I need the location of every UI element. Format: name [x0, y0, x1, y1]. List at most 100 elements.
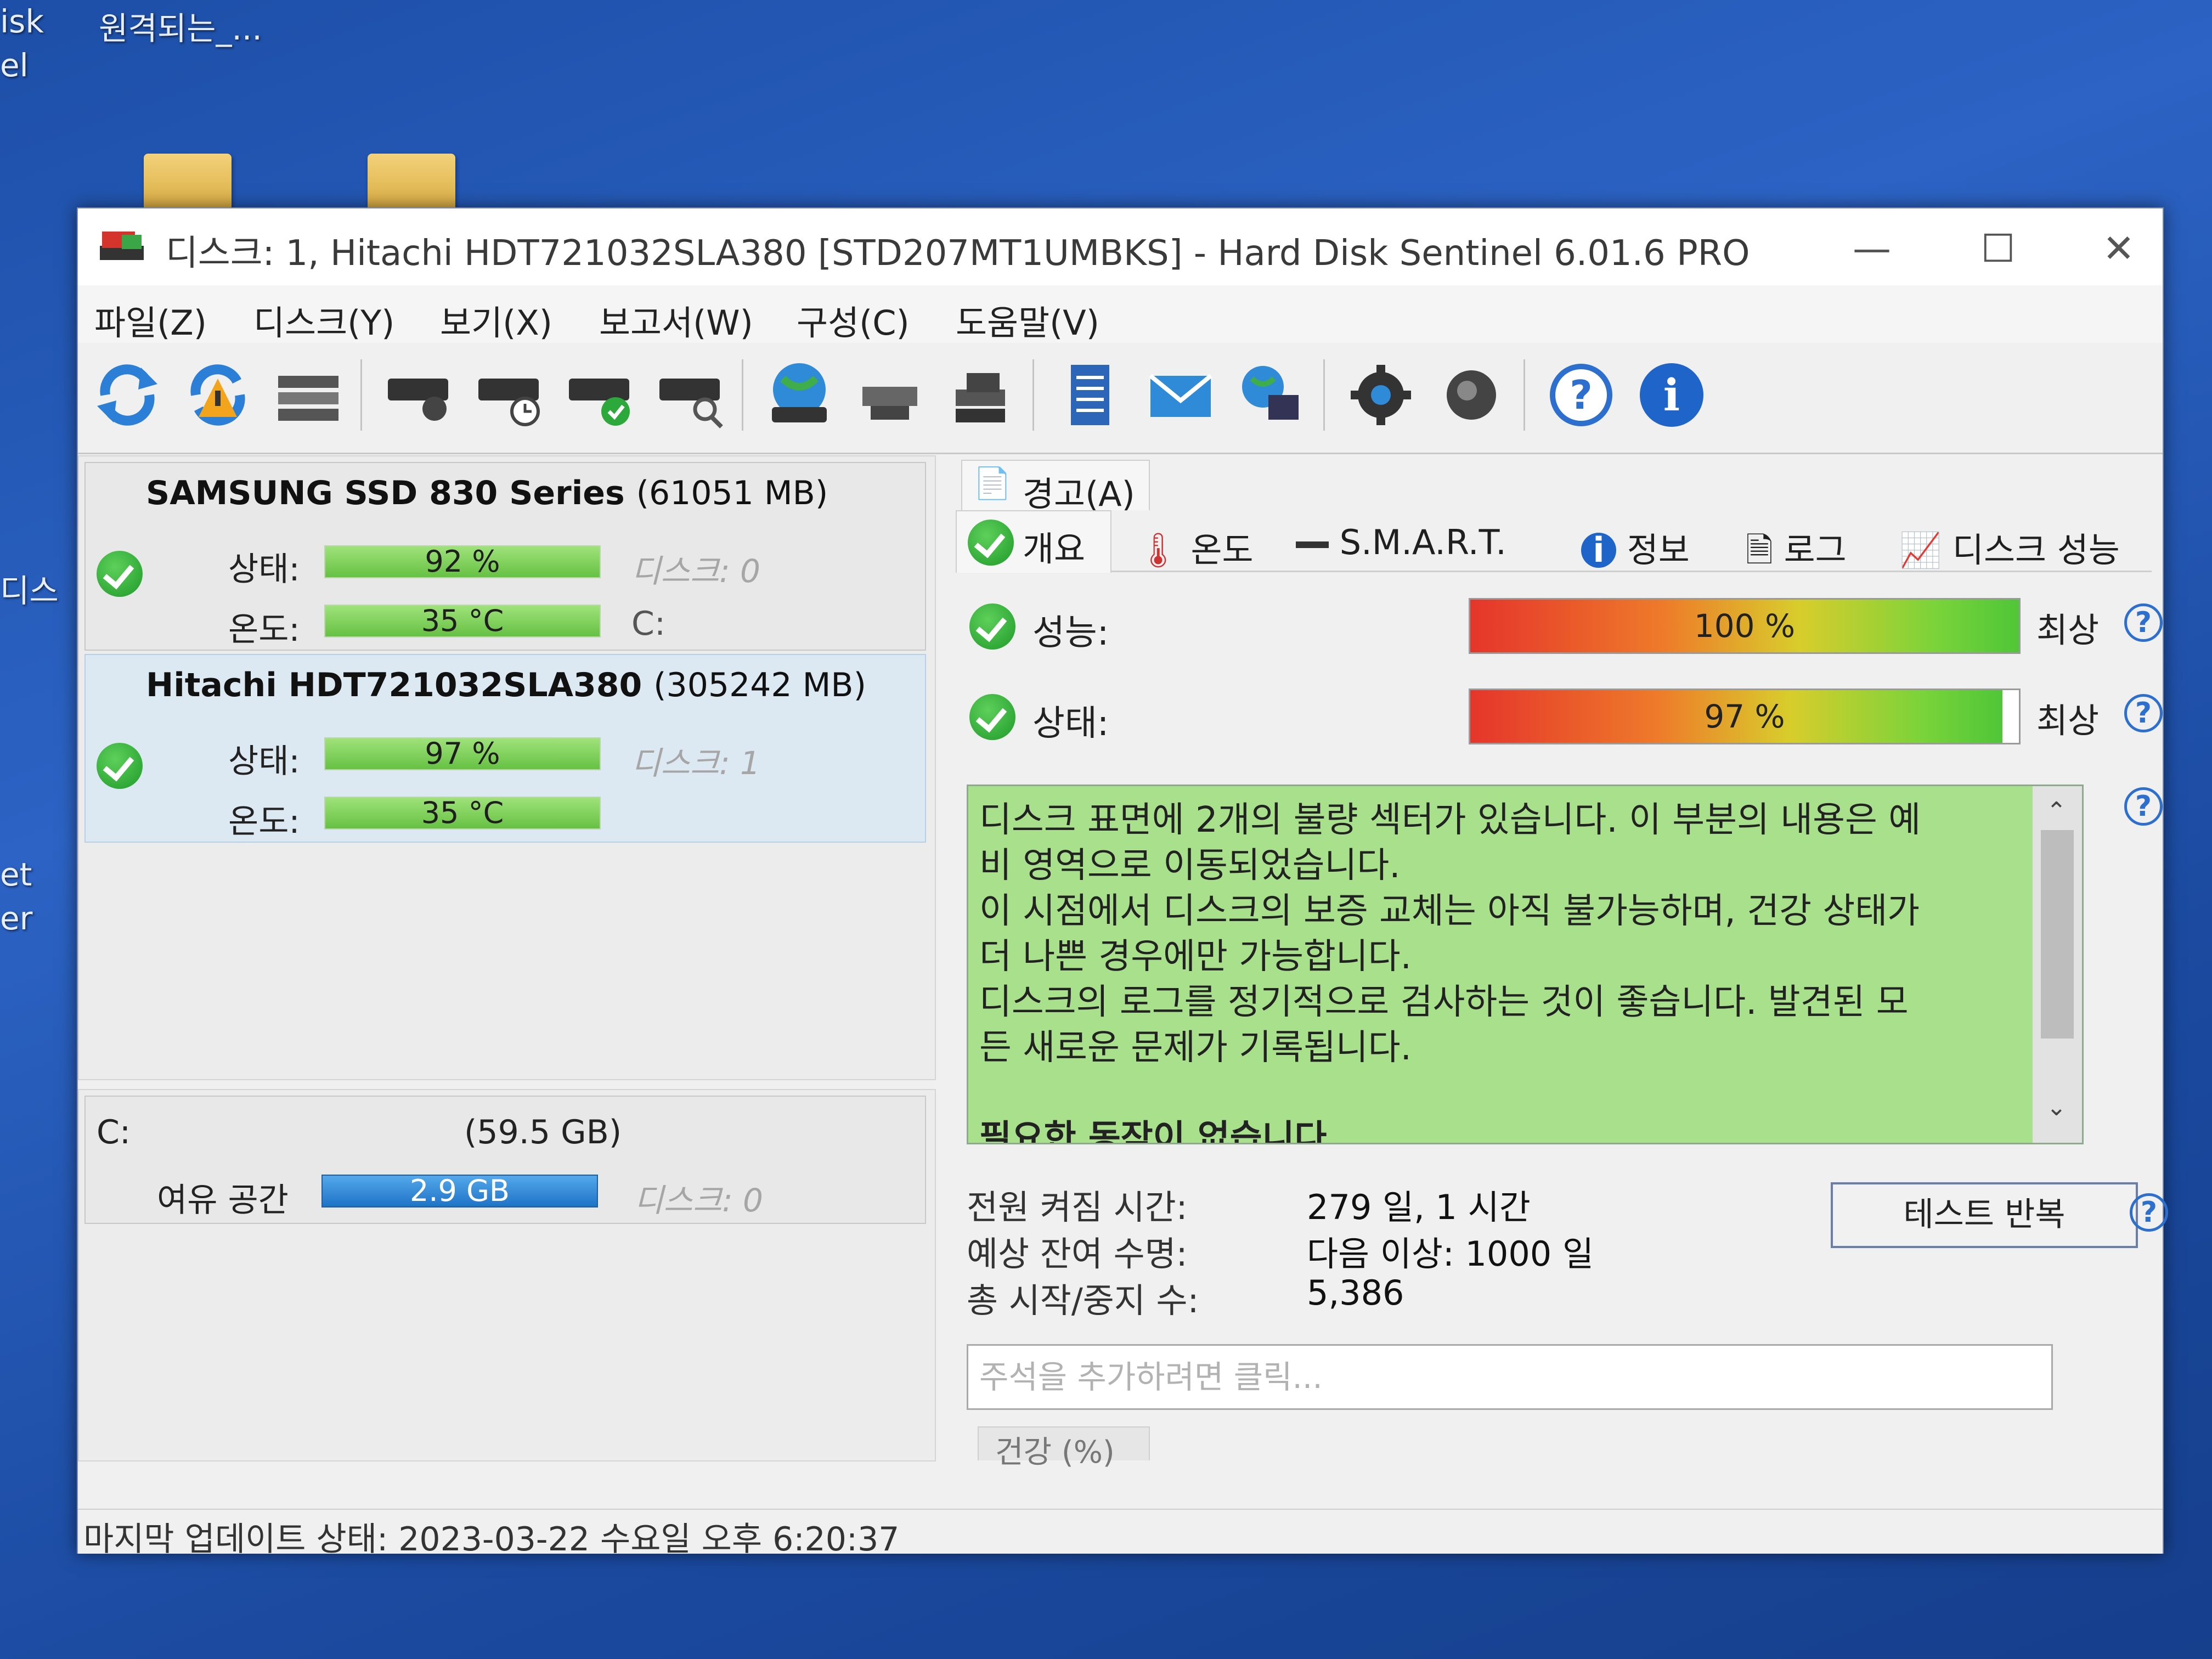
- thermometer-icon: 🌡: [1137, 530, 1180, 570]
- disk-check-icon[interactable]: [561, 357, 637, 433]
- network-globe-icon[interactable]: [1233, 357, 1310, 433]
- performance-ok-icon: [969, 603, 1015, 650]
- health-message-box[interactable]: 디스크 표면에 2개의 불량 섹터가 있습니다. 이 부분의 내용은 예 비 영…: [967, 785, 2084, 1144]
- disk-ref-label: 디스크: 0: [634, 1182, 763, 1219]
- scroll-down-icon[interactable]: ⌄: [2046, 1093, 2067, 1121]
- tab-disk-performance[interactable]: 📈 디스크 성능: [1899, 522, 2120, 572]
- disk-list-panel: SAMSUNG SSD 830 Series (61051 MB) 상태: 92…: [78, 455, 936, 1080]
- close-button[interactable]: ✕: [2075, 218, 2163, 279]
- tab-log[interactable]: 🗎 로그: [1746, 522, 1847, 584]
- status-bar: 마지막 업데이트 상태: 2023-03-22 수요일 오후 6:20:37: [78, 1509, 2163, 1559]
- scrollbar-thumb[interactable]: [2041, 830, 2074, 1039]
- message-line: 디스크 표면에 2개의 불량 섹터가 있습니다. 이 부분의 내용은 예: [979, 800, 1921, 840]
- repeat-test-button[interactable]: 테스트 반복: [1831, 1182, 2138, 1248]
- desktop-icon-label[interactable]: 원격되는_...: [99, 3, 262, 49]
- health-label: 상태:: [1032, 703, 1109, 744]
- status-label: 상태:: [228, 550, 300, 589]
- volume-card[interactable]: C: (59.5 GB) 여유 공간 2.9 GB 디스크: 0: [84, 1096, 926, 1224]
- chart-icon: 📈: [1899, 530, 1942, 570]
- disk-icon[interactable]: [380, 357, 456, 433]
- speaker-icon[interactable]: [1433, 357, 1510, 433]
- desktop-icon-label[interactable]: 디스: [0, 565, 59, 611]
- menu-config[interactable]: 구성(C): [797, 295, 910, 345]
- volume-list-panel: C: (59.5 GB) 여유 공간 2.9 GB 디스크: 0: [78, 1089, 936, 1462]
- title-bar[interactable]: 디스크: 1, Hitachi HDT721032SLA380 [STD207M…: [78, 208, 2163, 285]
- disk-ref-label: 디스크: 0: [631, 552, 760, 590]
- log-icon: 🗎: [1746, 530, 1773, 570]
- refresh-warning-icon[interactable]: [179, 357, 256, 433]
- desktop-icon-label[interactable]: er: [0, 900, 33, 937]
- performance-label: 성능:: [1032, 613, 1109, 653]
- folder-icon[interactable]: [144, 154, 232, 214]
- health-ok-icon: [969, 694, 1015, 740]
- tab-strip: 개요 🌡 온도 S.M.A.R.T. i 정보 🗎 로그 📈 디스크 성능: [956, 510, 2152, 573]
- folder-icon[interactable]: [368, 154, 455, 214]
- health-chart-tab[interactable]: 건강 (%): [978, 1426, 1150, 1470]
- desktop-icon-label[interactable]: el: [0, 47, 29, 84]
- info-icon[interactable]: i: [1633, 357, 1710, 433]
- performance-bar: 100 %: [1469, 598, 2021, 654]
- power-on-value: 279 일, 1 시간: [1307, 1187, 1531, 1227]
- status-bar: 97 %: [324, 737, 601, 770]
- menu-report[interactable]: 보고서(W): [599, 295, 753, 345]
- status-ok-icon: [97, 743, 143, 789]
- temperature-label: 온도:: [228, 803, 300, 841]
- hdd-stack-icon[interactable]: [942, 357, 1019, 433]
- help-icon[interactable]: ?: [2124, 787, 2163, 826]
- disk-clock-icon[interactable]: [470, 357, 547, 433]
- help-icon[interactable]: ?: [2130, 1193, 2168, 1232]
- help-icon[interactable]: ?: [2124, 603, 2163, 642]
- status-ok-icon: [97, 551, 143, 597]
- status-bar: 92 %: [324, 545, 601, 578]
- app-icon: [100, 232, 144, 260]
- info-icon: i: [1581, 533, 1616, 568]
- globe-disk-icon[interactable]: [761, 357, 838, 433]
- tab-info[interactable]: i 정보: [1581, 522, 1690, 572]
- free-space-bar: 2.9 GB: [321, 1175, 598, 1207]
- svg-text:i: i: [1663, 369, 1680, 421]
- document-icon: 📄: [973, 466, 1012, 501]
- maximize-button[interactable]: ☐: [1954, 218, 2042, 279]
- tab-smart[interactable]: S.M.A.R.T.: [1296, 522, 1506, 562]
- scroll-up-icon[interactable]: ⌃: [2046, 797, 2067, 825]
- smart-icon: [1296, 541, 1329, 548]
- report-icon[interactable]: [1052, 357, 1128, 433]
- app-window: 디스크: 1, Hitachi HDT721032SLA380 [STD207M…: [77, 207, 2168, 1559]
- disk-card[interactable]: SAMSUNG SSD 830 Series (61051 MB) 상태: 92…: [84, 462, 926, 651]
- refresh-icon[interactable]: [89, 357, 166, 433]
- toolbar: ? i: [78, 343, 2163, 454]
- tab-alert[interactable]: 📄 경고(A): [961, 460, 1150, 514]
- tab-overview[interactable]: 개요: [956, 510, 1111, 573]
- free-space-label: 여유 공간: [157, 1181, 289, 1220]
- temperature-label: 온도:: [228, 611, 300, 649]
- desktop-icon-label[interactable]: et: [0, 856, 32, 893]
- menu-file[interactable]: 파일(Z): [94, 295, 207, 345]
- disk-list-icon[interactable]: [270, 357, 347, 433]
- message-line: 비 영역으로 이동되었습니다.: [979, 845, 1401, 886]
- svg-text:?: ?: [1570, 372, 1593, 418]
- tab-temperature[interactable]: 🌡 온도: [1137, 522, 1254, 572]
- note-input[interactable]: 주석을 추가하려면 클릭...: [967, 1344, 2053, 1410]
- message-scrollbar[interactable]: ⌃ ⌄: [2033, 786, 2082, 1143]
- toolbar-separator: [360, 359, 362, 431]
- network-icon[interactable]: [851, 357, 928, 433]
- message-line: 이 시점에서 디스크의 보증 교체는 아직 불가능하며, 건강 상태가: [979, 891, 1920, 932]
- menu-disk[interactable]: 디스크(Y): [253, 295, 394, 345]
- email-icon[interactable]: [1142, 357, 1219, 433]
- power-on-label: 전원 켜짐 시간:: [967, 1187, 1188, 1227]
- status-label: 상태:: [228, 742, 300, 781]
- gear-icon[interactable]: [1342, 357, 1419, 433]
- help-icon[interactable]: ?: [2124, 694, 2163, 732]
- window-title: 디스크: 1, Hitachi HDT721032SLA380 [STD207M…: [166, 233, 1750, 274]
- minimize-button[interactable]: —: [1828, 218, 1916, 279]
- desktop-icon-label[interactable]: isk: [0, 3, 44, 40]
- disk-search-icon[interactable]: [651, 357, 728, 433]
- menu-view[interactable]: 보기(X): [440, 295, 552, 345]
- temperature-bar: 35 °C: [324, 797, 601, 830]
- health-rating: 최상: [2036, 701, 2100, 741]
- menu-help[interactable]: 도움말(V): [956, 295, 1099, 345]
- detail-panel: 📄 경고(A) 개요 🌡 온도 S.M.A.R.T. i 정보 🗎 로그 📈 디…: [945, 455, 2168, 1470]
- disk-card-selected[interactable]: Hitachi HDT721032SLA380 (305242 MB) 상태: …: [84, 654, 926, 843]
- menu-bar: 파일(Z) 디스크(Y) 보기(X) 보고서(W) 구성(C) 도움말(V): [78, 285, 2163, 343]
- help-icon[interactable]: ?: [1543, 357, 1620, 433]
